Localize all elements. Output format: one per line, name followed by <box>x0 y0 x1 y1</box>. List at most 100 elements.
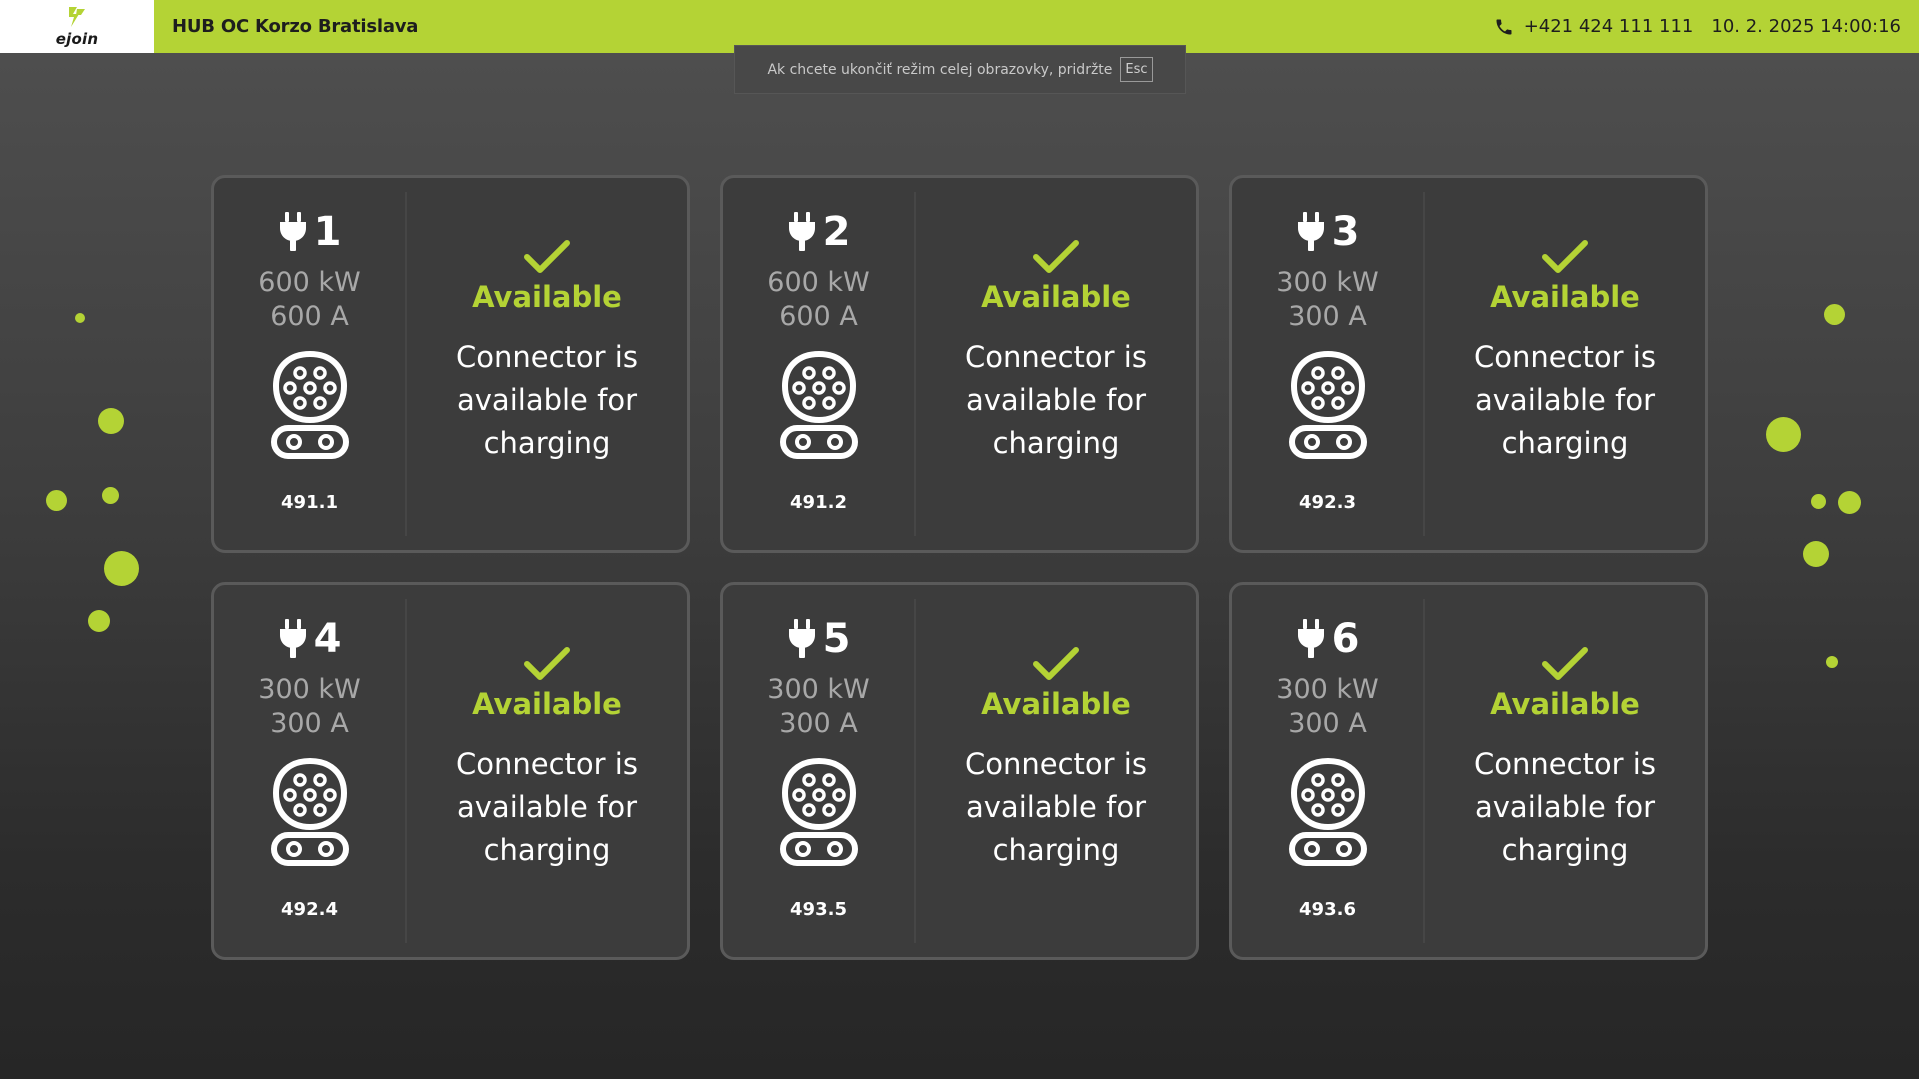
phone-number[interactable]: +421 424 111 111 <box>1524 16 1694 37</box>
connector-status: Available <box>1490 280 1640 314</box>
plug-icon <box>787 212 817 252</box>
decorative-dot <box>1838 491 1861 514</box>
ccs-connector-icon <box>270 757 349 866</box>
connector-status-description: Connector is available for charging <box>965 340 1147 460</box>
connector-info: 2 600 kW 600 A 491.2 <box>723 192 916 536</box>
connector-card-5[interactable]: 5 300 kW 300 A 493.5 Available Connector… <box>720 582 1199 960</box>
decorative-dot <box>75 313 85 323</box>
connector-status-description: Connector is available for charging <box>456 747 638 867</box>
esc-key-hint: Esc <box>1120 57 1153 82</box>
station-title: HUB OC Korzo Bratislava <box>172 16 419 37</box>
plug-icon <box>787 619 817 659</box>
connector-card-3[interactable]: 3 300 kW 300 A 492.3 Available Connector… <box>1229 175 1708 553</box>
connector-status-panel: Available Connector is available for cha… <box>407 178 687 550</box>
check-icon <box>1542 647 1588 680</box>
plug-icon <box>278 619 308 659</box>
connector-status-description: Connector is available for charging <box>965 747 1147 867</box>
check-icon <box>1542 240 1588 273</box>
connector-power: 600 kW <box>258 267 361 298</box>
connector-id: 491.1 <box>281 492 338 513</box>
decorative-dot <box>88 610 110 632</box>
plug-icon <box>278 212 308 252</box>
connector-number: 2 <box>822 209 851 255</box>
connector-info: 4 300 kW 300 A 492.4 <box>214 599 407 943</box>
connector-status-panel: Available Connector is available for cha… <box>916 585 1196 957</box>
decorative-dot <box>104 551 139 586</box>
ccs-connector-icon <box>1288 350 1367 459</box>
connector-number: 1 <box>313 209 342 255</box>
check-icon <box>1033 240 1079 273</box>
decorative-dot <box>46 490 67 511</box>
connector-header: 1 <box>278 209 342 255</box>
connector-number: 4 <box>313 616 342 662</box>
check-icon <box>1033 647 1079 680</box>
connector-id: 493.6 <box>1299 899 1356 920</box>
connector-info: 1 600 kW 600 A 491.1 <box>214 192 407 536</box>
connector-id: 491.2 <box>790 492 847 513</box>
connector-number: 6 <box>1331 616 1360 662</box>
decorative-dot <box>98 408 124 434</box>
connector-power: 300 kW <box>767 674 870 705</box>
connector-status-panel: Available Connector is available for cha… <box>407 585 687 957</box>
connector-id: 493.5 <box>790 899 847 920</box>
connector-number: 5 <box>822 616 851 662</box>
connector-status-panel: Available Connector is available for cha… <box>1425 178 1705 550</box>
connector-header: 6 <box>1296 616 1360 662</box>
connector-status: Available <box>981 280 1131 314</box>
decorative-dot <box>1766 417 1801 452</box>
connector-header: 4 <box>278 616 342 662</box>
current-datetime: 10. 2. 2025 14:00:16 <box>1711 16 1901 37</box>
decorative-dot <box>1803 541 1829 567</box>
decorative-dot <box>1811 494 1826 509</box>
phone-icon <box>1494 17 1514 37</box>
connector-info: 6 300 kW 300 A 493.6 <box>1232 599 1425 943</box>
plug-icon <box>1296 212 1326 252</box>
connector-status-description: Connector is available for charging <box>456 340 638 460</box>
decorative-dot <box>102 487 119 504</box>
ccs-connector-icon <box>779 350 858 459</box>
connector-status: Available <box>472 280 622 314</box>
connector-header: 3 <box>1296 209 1360 255</box>
connector-info: 5 300 kW 300 A 493.5 <box>723 599 916 943</box>
connector-id: 492.4 <box>281 899 338 920</box>
connector-id: 492.3 <box>1299 492 1356 513</box>
check-icon <box>524 240 570 273</box>
connector-current: 600 A <box>270 301 349 332</box>
plug-icon <box>1296 619 1326 659</box>
connector-status-description: Connector is available for charging <box>1474 747 1656 867</box>
connector-info: 3 300 kW 300 A 492.3 <box>1232 192 1425 536</box>
connector-power: 600 kW <box>767 267 870 298</box>
ejoin-logo-icon <box>69 7 85 27</box>
connector-power: 300 kW <box>1276 674 1379 705</box>
connector-status-panel: Available Connector is available for cha… <box>916 178 1196 550</box>
connector-status-panel: Available Connector is available for cha… <box>1425 585 1705 957</box>
connector-status: Available <box>981 687 1131 721</box>
connector-status: Available <box>472 687 622 721</box>
connector-current: 300 A <box>270 708 349 739</box>
ccs-connector-icon <box>270 350 349 459</box>
connector-card-1[interactable]: 1 600 kW 600 A 491.1 Available Connector… <box>211 175 690 553</box>
ccs-connector-icon <box>779 757 858 866</box>
check-icon <box>524 647 570 680</box>
connector-status-description: Connector is available for charging <box>1474 340 1656 460</box>
connector-current: 300 A <box>1288 708 1367 739</box>
connector-current: 300 A <box>779 708 858 739</box>
connector-current: 300 A <box>1288 301 1367 332</box>
connector-current: 600 A <box>779 301 858 332</box>
ccs-connector-icon <box>1288 757 1367 866</box>
header-info: +421 424 111 111 10. 2. 2025 14:00:16 <box>1494 16 1901 37</box>
connector-card-2[interactable]: 2 600 kW 600 A 491.2 Available Connector… <box>720 175 1199 553</box>
decorative-dot <box>1824 304 1845 325</box>
connector-card-6[interactable]: 6 300 kW 300 A 493.6 Available Connector… <box>1229 582 1708 960</box>
connector-number: 3 <box>1331 209 1360 255</box>
connector-card-4[interactable]: 4 300 kW 300 A 492.4 Available Connector… <box>211 582 690 960</box>
toast-message: Ak chcete ukončiť režim celej obrazovky,… <box>767 61 1113 78</box>
connector-power: 300 kW <box>1276 267 1379 298</box>
connector-grid: 1 600 kW 600 A 491.1 Available Connector… <box>211 175 1709 960</box>
brand-logo[interactable]: ejoin <box>0 0 154 53</box>
connector-status: Available <box>1490 687 1640 721</box>
decorative-dot <box>1826 656 1838 668</box>
connector-header: 2 <box>787 209 851 255</box>
fullscreen-exit-toast: Ak chcete ukončiť režim celej obrazovky,… <box>734 45 1186 94</box>
logo-text: ejoin <box>55 30 99 48</box>
